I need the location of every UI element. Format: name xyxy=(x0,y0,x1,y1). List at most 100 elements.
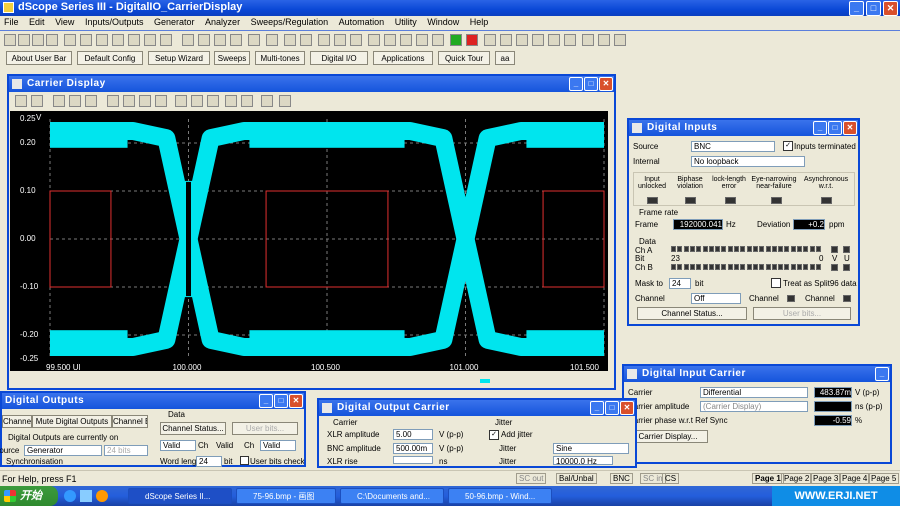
carrier-display-button[interactable]: Carrier Display... xyxy=(628,430,708,443)
channel-status-button[interactable]: Channel Status... xyxy=(637,307,747,320)
channel-b-button[interactable]: Channel B xyxy=(112,415,148,428)
toolbar-tool-24-icon[interactable] xyxy=(384,34,396,46)
user-bits-checkbox[interactable] xyxy=(240,456,249,465)
user-bits-button[interactable]: User bits... xyxy=(753,307,851,320)
xlr-amplitude-field[interactable]: 5.00 xyxy=(393,429,433,440)
toolbar-tool-19-icon[interactable] xyxy=(300,34,312,46)
plot-tool-9-icon[interactable] xyxy=(155,95,167,107)
quicklaunch-media-icon[interactable] xyxy=(96,490,108,502)
setup-wizard-button[interactable]: Setup Wizard xyxy=(148,51,210,65)
menu-analyzer[interactable]: Analyzer xyxy=(201,16,244,27)
plot-scrollbar[interactable] xyxy=(480,379,490,383)
toolbar-tool-15-icon[interactable] xyxy=(230,34,242,46)
plot-tool-8-icon[interactable] xyxy=(139,95,151,107)
menu-view[interactable]: View xyxy=(51,16,78,27)
plot-tool-13-icon[interactable] xyxy=(225,95,237,107)
toolbar-tool-2-icon[interactable] xyxy=(18,34,30,46)
toolbar-tool-8-icon[interactable] xyxy=(112,34,124,46)
toolbar-tool-4-icon[interactable] xyxy=(46,34,58,46)
add-jitter-checkbox[interactable]: ✓ xyxy=(489,430,499,440)
page-3-tab[interactable]: Page 3 xyxy=(810,473,842,484)
maximize-button[interactable]: □ xyxy=(274,394,288,408)
xlr-rise-field[interactable] xyxy=(393,456,433,464)
plot-tool-3-icon[interactable] xyxy=(53,95,65,107)
minimize-button[interactable]: _ xyxy=(875,367,889,381)
toolbar-tool-34-icon[interactable] xyxy=(548,34,560,46)
task-viewer-50[interactable]: 50-96.bmp - Wind... xyxy=(448,488,552,504)
about-user-bar-button[interactable]: About User Bar xyxy=(6,51,72,65)
toolbar-tool-33-icon[interactable] xyxy=(532,34,544,46)
treat-split-checkbox[interactable] xyxy=(771,278,781,288)
menu-inputs-outputs[interactable]: Inputs/Outputs xyxy=(81,16,148,27)
task-dscope[interactable]: dScope Series II... xyxy=(128,488,232,504)
user-bits-button[interactable]: User bits... xyxy=(232,422,298,435)
minimize-button[interactable]: _ xyxy=(590,401,604,415)
digital-input-carrier-titlebar[interactable]: Digital Input Carrier _ xyxy=(624,366,890,382)
close-button[interactable]: ✕ xyxy=(289,394,303,408)
inputs-terminated-checkbox[interactable]: ✓ xyxy=(783,141,793,151)
plot-tool-11-icon[interactable] xyxy=(191,95,203,107)
applications-button[interactable]: Applications xyxy=(373,51,433,65)
amplitude-select[interactable]: (Carrier Display) xyxy=(700,401,808,412)
menu-sweeps[interactable]: Sweeps/Regulation xyxy=(247,16,333,27)
maximize-button[interactable]: □ xyxy=(828,121,842,135)
plot-tool-7-icon[interactable] xyxy=(123,95,135,107)
toolbar-tool-29-icon[interactable] xyxy=(466,34,478,46)
minimize-button[interactable]: _ xyxy=(569,77,583,91)
digital-inputs-titlebar[interactable]: Digital Inputs _ □ ✕ xyxy=(629,120,858,136)
maximize-button[interactable]: □ xyxy=(866,1,881,16)
toolbar-tool-12-icon[interactable] xyxy=(182,34,194,46)
toolbar-tool-36-icon[interactable] xyxy=(582,34,594,46)
carrier-display-titlebar[interactable]: Carrier Display _ □ ✕ xyxy=(9,76,614,92)
carrier-plot[interactable]: V 0.25 0.20 0.10 0.00 -0.10 -0.20 -0.25 99.500… xyxy=(10,111,608,383)
task-explorer[interactable]: C:\Documents and... xyxy=(340,488,444,504)
plot-tool-4-icon[interactable] xyxy=(69,95,81,107)
plot-tool-1-icon[interactable] xyxy=(15,95,27,107)
plot-tool-16-icon[interactable] xyxy=(279,95,291,107)
toolbar-tool-5-icon[interactable] xyxy=(64,34,76,46)
toolbar-tool-20-icon[interactable] xyxy=(318,34,330,46)
minimize-button[interactable]: _ xyxy=(813,121,827,135)
toolbar-tool-26-icon[interactable] xyxy=(416,34,428,46)
valid-select-1[interactable]: Valid xyxy=(160,440,196,451)
plot-tool-15-icon[interactable] xyxy=(261,95,273,107)
mute-digital-outputs-button[interactable]: Mute Digital Outputs xyxy=(32,415,112,428)
toolbar-tool-30-icon[interactable] xyxy=(484,34,496,46)
plot-tool-12-icon[interactable] xyxy=(207,95,219,107)
toolbar-tool-35-icon[interactable] xyxy=(564,34,576,46)
toolbar-tool-27-icon[interactable] xyxy=(432,34,444,46)
jitter-freq-field[interactable]: 10000.0 Hz xyxy=(553,456,613,465)
plot-tool-14-icon[interactable] xyxy=(241,95,253,107)
toolbar-tool-3-icon[interactable] xyxy=(32,34,44,46)
default-config-button[interactable]: Default Config xyxy=(77,51,143,65)
toolbar-tool-31-icon[interactable] xyxy=(500,34,512,46)
toolbar-tool-16-icon[interactable] xyxy=(248,34,260,46)
channel-a-button[interactable]: Channel A xyxy=(2,415,32,428)
menu-utility[interactable]: Utility xyxy=(391,16,421,27)
menu-generator[interactable]: Generator xyxy=(150,16,199,27)
aa-button[interactable]: aa xyxy=(495,51,515,65)
plot-tool-2-icon[interactable] xyxy=(31,95,43,107)
page-1-tab[interactable]: Page 1 xyxy=(752,473,784,484)
carrier-select[interactable]: Differential xyxy=(700,387,808,398)
page-2-tab[interactable]: Page 2 xyxy=(781,473,813,484)
toolbar-tool-9-icon[interactable] xyxy=(128,34,140,46)
mask-field[interactable]: 24 xyxy=(669,278,691,289)
toolbar-tool-18-icon[interactable] xyxy=(284,34,296,46)
sweeps-button[interactable]: Sweeps xyxy=(214,51,250,65)
toolbar-tool-7-icon[interactable] xyxy=(96,34,108,46)
channel-select[interactable]: Off xyxy=(691,293,741,304)
toolbar-tool-1-icon[interactable] xyxy=(4,34,16,46)
menu-window[interactable]: Window xyxy=(423,16,463,27)
channel-status-button[interactable]: Channel Status... xyxy=(160,422,226,435)
close-button[interactable]: ✕ xyxy=(620,401,634,415)
bits-select[interactable]: 24 bits xyxy=(104,445,148,456)
menu-edit[interactable]: Edit xyxy=(25,16,49,27)
wordlen-field[interactable]: 24 xyxy=(196,456,222,467)
toolbar-tool-37-icon[interactable] xyxy=(598,34,610,46)
digital-io-button[interactable]: Digital I/O xyxy=(310,51,368,65)
maximize-button[interactable]: □ xyxy=(605,401,619,415)
multi-tones-button[interactable]: Multi-tones xyxy=(255,51,305,65)
digital-outputs-titlebar[interactable]: Digital Outputs _ □ ✕ xyxy=(2,393,304,409)
toolbar-tool-23-icon[interactable] xyxy=(368,34,380,46)
